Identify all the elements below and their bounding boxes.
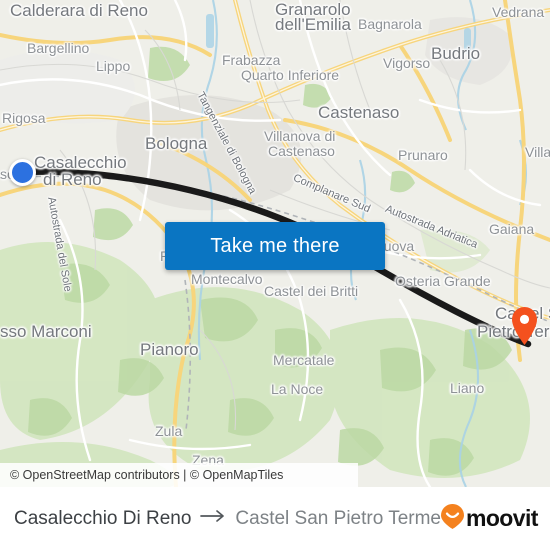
moovit-logo[interactable]: moovit	[441, 503, 538, 534]
moovit-map-share-card: Calderara di Reno Bargellino Lippo Rigosa Fr…	[0, 0, 550, 550]
destination-marker[interactable]	[512, 307, 537, 345]
attribution-text[interactable]: © OpenStreetMap contributors | © OpenMap…	[10, 468, 283, 482]
footer-bar: Casalecchio Di Reno Castel San Pietro Te…	[0, 487, 550, 550]
origin-marker[interactable]	[9, 159, 36, 186]
route-summary: Casalecchio Di Reno Castel San Pietro Te…	[14, 508, 441, 530]
origin-name: Casalecchio Di Reno	[14, 507, 192, 529]
map-viewport[interactable]: Calderara di Reno Bargellino Lippo Rigosa Fr…	[0, 0, 550, 487]
destination-name: Castel San Pietro Terme	[235, 507, 441, 529]
moovit-pin-icon	[441, 503, 464, 534]
moovit-wordmark: moovit	[466, 505, 538, 531]
arrow-right-icon	[200, 509, 226, 528]
take-me-there-button[interactable]: Take me there	[165, 222, 385, 270]
map-attribution: © OpenStreetMap contributors | © OpenMap…	[0, 463, 358, 487]
